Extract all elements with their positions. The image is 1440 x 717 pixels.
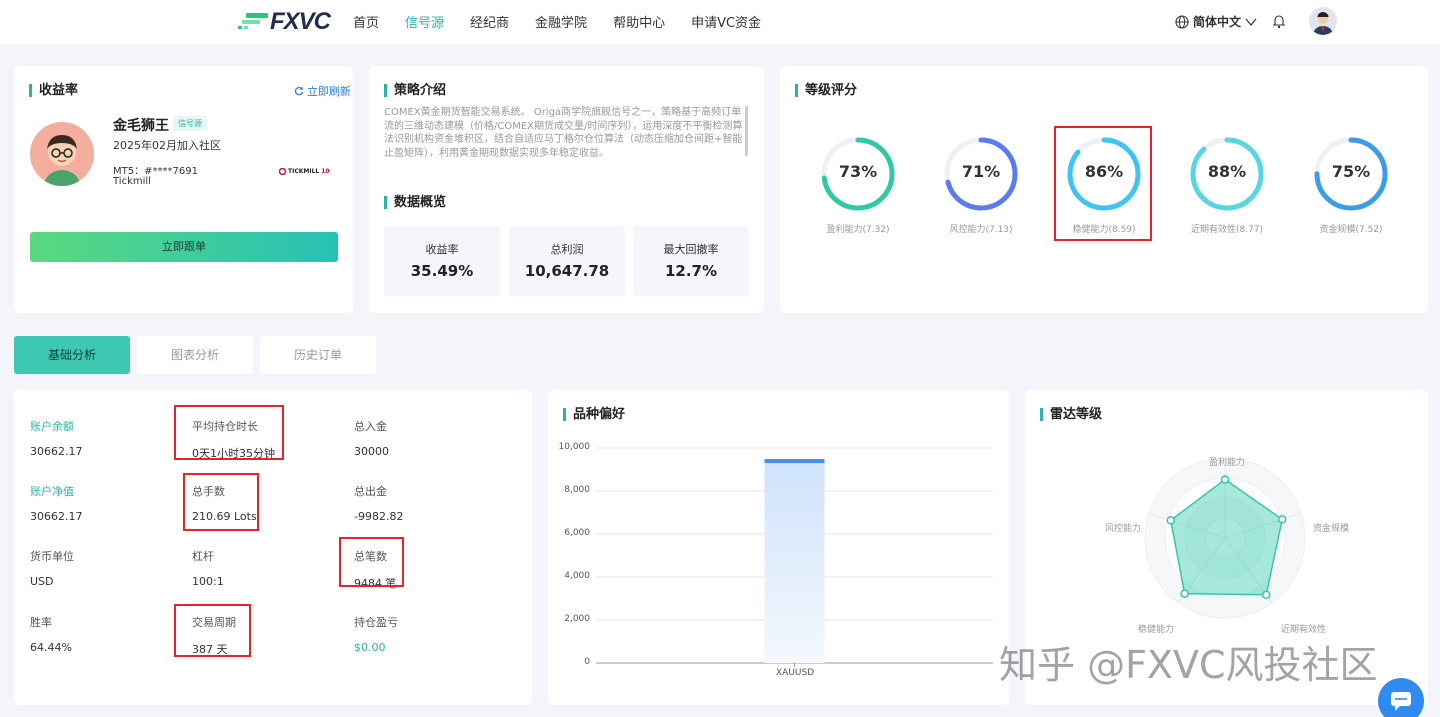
stat-label: 收益率 [425,243,459,256]
stat-label: 最大回撤率 [663,243,719,256]
stat-drawdown: 最大回撤率 12.7% [633,226,749,296]
variety-card: 品种偏好 10,000 8,000 6,000 4,000 2,000 0 XA… [548,390,1009,705]
signal-badge: 信号源 [173,116,207,131]
tab-chart-analysis[interactable]: 图表分析 [137,336,253,374]
field-winrate: 胜率 64.44% [30,616,72,654]
gauge-risk: 71% 风控能力(7.13) [943,136,1019,235]
stat-value: 12.7% [664,262,718,280]
profile-card: 收益率 立即刷新 金毛狮王 信号源 2025年02月加入社区 MT5：#****… [14,66,353,313]
radar-point[interactable] [1261,590,1271,600]
radar-axis-label: 资金规模 [1313,524,1350,534]
gauge-profit: 73% 盈利能力(7.32) [820,136,896,235]
gauge-label: 稳健能力(8.59) [1072,225,1136,235]
chevron-down-icon [1245,18,1257,26]
strategy-description: COMEX黄金期货智能交易系统。 Origa商学院旗舰信号之一，策略基于高频订单… [384,107,743,159]
field-lots: 总手数 210.69 Lots [192,485,257,523]
tab-history-orders[interactable]: 历史订单 [260,336,376,374]
radar-point[interactable] [1220,475,1230,484]
stat-value: 35.49% [410,262,474,280]
refresh-button[interactable]: 立即刷新 [294,83,351,99]
chat-icon [1391,692,1411,711]
field-equity: 账户净值 30662.17 [30,485,83,523]
radar-point[interactable] [1180,589,1189,598]
watermark: 知乎 @FXVC风投社区 [999,643,1378,687]
stat-return: 收益率 35.49% [384,226,500,296]
x-category-label: XAUUSD [776,668,815,678]
stat-value: 10,647.78 [524,262,610,280]
trader-name: 金毛狮王 [113,118,169,134]
field-deposit: 总入金 30000 [354,420,389,458]
join-date: 2025年02月加入社区 [113,139,221,152]
tab-basic-analysis[interactable]: 基础分析 [14,336,130,374]
nav-apply-vc[interactable]: 申请VC资金 [691,12,761,31]
basic-analysis-card: 账户余额 30662.17 平均持仓时长 0天1小时35分钟 总入金 30000 账户… [14,390,532,705]
gauge-percent: 75% [1331,162,1371,181]
follow-button[interactable]: 立即跟单 [30,232,338,262]
tickmill-logo: TICKMILL 10 [279,168,330,175]
gauge-percent: 86% [1084,162,1124,181]
bar-top-cap [764,459,825,464]
gauge-capital: 75% 资金规模(7.52) [1313,136,1389,235]
rating-card: 等级评分 73% 盈利能力(7.32) 71% 风控能力(7.13) 86% 稳… [780,66,1428,313]
radar-point[interactable] [1166,516,1176,525]
refresh-icon [294,86,304,96]
fxvc-logo[interactable]: FXVC [238,8,331,36]
variety-bar-chart [596,447,993,667]
main-nav: 首页 信号源 经纪商 金融学院 帮助中心 申请VC资金 [353,12,761,31]
globe-icon [1175,14,1189,29]
language-label: 简体中文 [1193,15,1242,29]
refresh-label: 立即刷新 [307,85,351,98]
field-balance: 账户余额 30662.17 [30,420,83,458]
description-scrollbar[interactable] [745,106,748,156]
gauge-label: 近期有效性(8.77) [1190,225,1264,235]
overview-title: 数据概览 [384,196,446,209]
logo-mark-icon [238,13,268,29]
field-period: 交易周期 387 天 [192,616,236,656]
chat-button[interactable] [1378,678,1424,717]
nav-brokers[interactable]: 经纪商 [470,12,509,31]
gauge-label: 盈利能力(7.32) [826,225,890,235]
gauge-percent: 73% [838,162,878,181]
profile-card-title: 收益率 [29,84,78,97]
gauge-label: 风控能力(7.13) [949,225,1013,235]
logo-text: FXVC [270,8,331,35]
gauge-label: 资金规模(7.52) [1319,225,1383,235]
nav-academy[interactable]: 金融学院 [535,12,587,31]
tickmill-mark-icon [279,168,286,175]
nav-signals[interactable]: 信号源 [405,12,444,31]
field-avg-hold: 平均持仓时长 0天1小时35分钟 [192,420,275,460]
radar-point[interactable] [1277,515,1287,524]
language-selector[interactable]: 简体中文 [1175,13,1257,30]
gauge-recent: 88% 近期有效性(8.77) [1189,136,1265,235]
field-trades: 总笔数 9484 笔 [354,550,397,590]
radar-axis-label: 盈利能力 [1209,458,1246,468]
bell-icon[interactable] [1272,13,1286,29]
nav-home[interactable]: 首页 [353,12,379,31]
field-floating-pl: 持仓盈亏 $0.00 [354,616,398,654]
gauge-stability: 86% 稳健能力(8.59) [1066,136,1142,235]
bar-XAUUSD[interactable] [764,459,825,663]
field-leverage: 杠杆 100:1 [192,550,224,588]
top-navbar: FXVC 首页 信号源 经纪商 金融学院 帮助中心 申请VC资金 简体中文 [0,0,1440,44]
radar-axis-label: 风控能力 [1105,524,1142,534]
user-avatar[interactable] [1309,7,1337,35]
broker-name: Tickmill [113,176,151,187]
field-withdrawal: 总出金 -9982.82 [354,485,404,523]
strategy-card: 策略介绍 COMEX黄金期货智能交易系统。 Origa商学院旗舰信号之一，策略基… [369,66,764,313]
rating-title: 等级评分 [795,84,857,97]
nav-help[interactable]: 帮助中心 [613,12,665,31]
gauge-percent: 88% [1207,162,1247,181]
strategy-title: 策略介绍 [384,84,446,97]
stat-label: 总利润 [550,243,584,256]
gauge-percent: 71% [961,162,1001,181]
stat-profit: 总利润 10,647.78 [509,226,625,296]
trader-avatar [30,122,94,186]
field-currency: 货币单位 USD [30,550,74,588]
mt5-account: MT5：#****7691 [113,166,198,177]
